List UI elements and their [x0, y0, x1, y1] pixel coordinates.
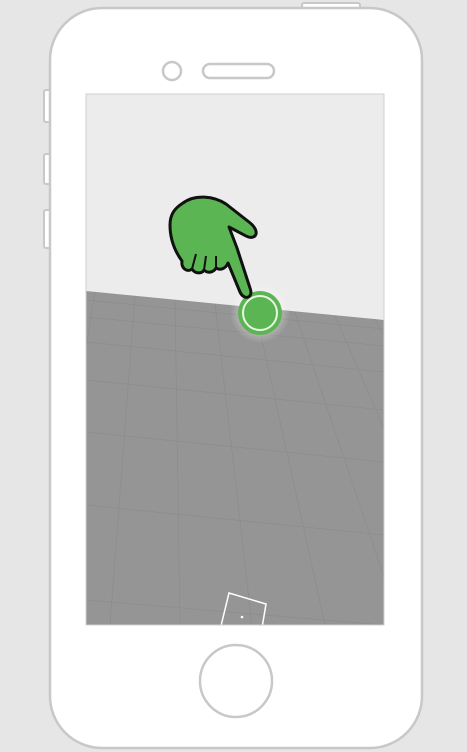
front-camera-icon: [161, 60, 183, 82]
detected-ground-plane[interactable]: [86, 291, 384, 625]
phone-illustration: [43, 2, 424, 750]
tutorial-stage: [0, 0, 467, 752]
speaker-grille-icon: [201, 62, 276, 80]
home-button-icon[interactable]: [198, 643, 274, 719]
